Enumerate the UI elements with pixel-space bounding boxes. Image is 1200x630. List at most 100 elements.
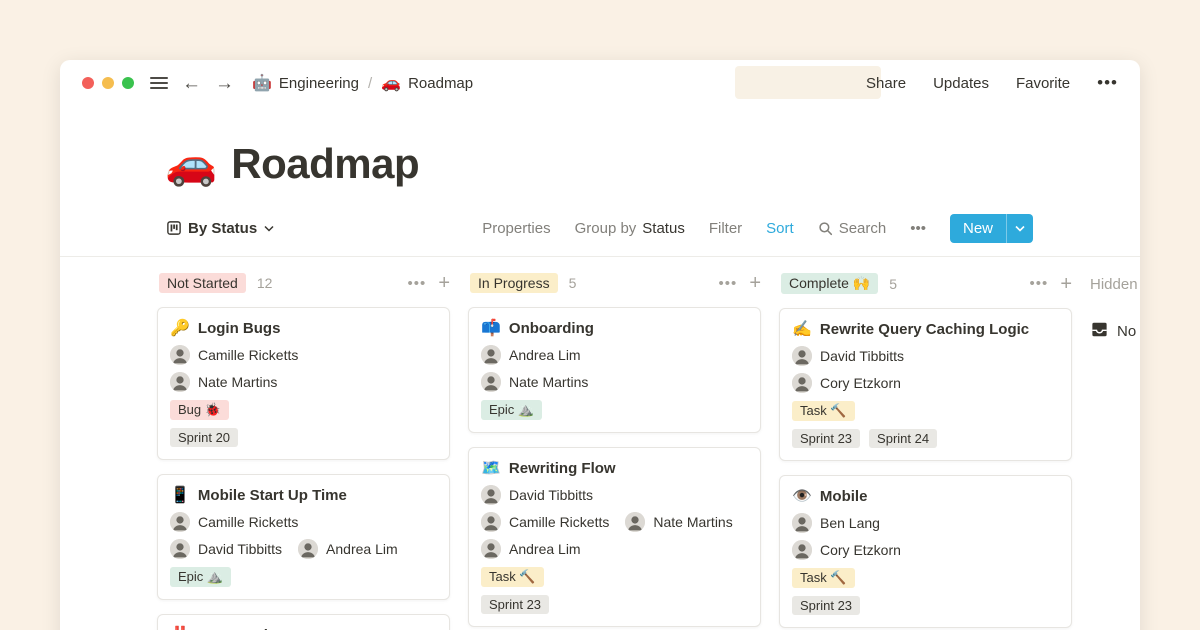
column-more-icon[interactable]: ••• — [1030, 275, 1049, 292]
person-name: Camille Ricketts — [509, 514, 609, 530]
new-button-label: New — [950, 214, 1006, 243]
person-property[interactable]: David Tibbitts — [170, 539, 282, 559]
updates-button[interactable]: Updates — [933, 75, 989, 92]
sort-button[interactable]: Sort — [766, 220, 794, 237]
card-title: 🗺️Rewriting Flow — [481, 458, 748, 478]
minimize-window-button[interactable] — [102, 77, 114, 89]
tag-pill[interactable]: Sprint 20 — [170, 428, 238, 447]
person-property[interactable]: Ben Lang — [792, 513, 880, 533]
kanban-card[interactable]: ✍️Rewrite Query Caching Logic David Tibbi… — [779, 308, 1072, 461]
tag-pill[interactable]: Epic ⛰️ — [170, 567, 231, 587]
card-emoji-icon: 🔑 — [170, 318, 190, 338]
card-tag-row: Sprint 23 Sprint 24 — [792, 429, 1059, 448]
column-count: 5 — [889, 276, 897, 292]
more-options-icon[interactable]: ••• — [1097, 73, 1118, 93]
zoom-window-button[interactable] — [122, 77, 134, 89]
kanban-card[interactable]: 📱Mobile Start Up Time Camille Ricketts Dav… — [157, 474, 450, 600]
kanban-card[interactable]: ‼️Error Codes — [157, 614, 450, 630]
person-property[interactable]: Camille Ricketts — [170, 345, 298, 365]
person-name: Nate Martins — [198, 374, 277, 390]
new-button[interactable]: New — [950, 214, 1033, 243]
tag-pill[interactable]: Task 🔨 — [792, 401, 855, 421]
person-property[interactable]: Nate Martins — [170, 372, 277, 392]
column-status-pill[interactable]: Not Started — [159, 273, 246, 293]
kanban-card[interactable]: 👁️Mobile Ben Lang Cory Etzkorn Task 🔨 Sprint… — [779, 475, 1072, 628]
favorite-button[interactable]: Favorite — [1016, 75, 1070, 92]
tag-pill[interactable]: Sprint 23 — [792, 596, 860, 615]
breadcrumb-space[interactable]: Engineering — [279, 75, 359, 92]
tag-pill[interactable]: Task 🔨 — [792, 568, 855, 588]
person-property[interactable]: David Tibbitts — [481, 485, 593, 505]
column-add-icon[interactable]: + — [438, 273, 450, 293]
board-column: Complete 🙌 5 ••• + ✍️Rewrite Query Caching L… — [779, 273, 1072, 628]
view-switcher-label: By Status — [188, 220, 257, 237]
person-name: Nate Martins — [509, 374, 588, 390]
breadcrumb: 🤖 Engineering / 🚗 Roadmap — [252, 73, 473, 93]
column-add-icon[interactable]: + — [749, 273, 761, 293]
kanban-card[interactable]: 📫Onboarding Andrea Lim Nate Martins Epic ⛰️ — [468, 307, 761, 433]
card-people-row: Nate Martins — [170, 372, 437, 392]
tag-pill[interactable]: Sprint 24 — [869, 429, 937, 448]
card-people-row: David Tibbitts — [481, 485, 748, 505]
person-property[interactable]: Cory Etzkorn — [792, 540, 901, 560]
forward-arrow-icon[interactable]: → — [215, 74, 234, 93]
person-name: Ben Lang — [820, 515, 880, 531]
kanban-card[interactable]: 🔑Login BugsCamille RickettsNate MartinsB… — [157, 307, 450, 460]
page-title-text[interactable]: Roadmap — [231, 140, 419, 188]
tag-pill[interactable]: Bug 🐞 — [170, 400, 229, 420]
board-column: In Progress5•••+📫OnboardingAndrea LimNat… — [468, 273, 761, 627]
card-emoji-icon: 🗺️ — [481, 458, 501, 478]
avatar — [170, 345, 190, 365]
person-property[interactable]: Nate Martins — [481, 372, 588, 392]
person-name: Cory Etzkorn — [820, 542, 901, 558]
tag-pill[interactable]: Sprint 23 — [792, 429, 860, 448]
column-more-icon[interactable]: ••• — [408, 275, 427, 292]
filter-button[interactable]: Filter — [709, 220, 742, 237]
properties-button[interactable]: Properties — [482, 220, 550, 237]
sidebar-menu-icon[interactable] — [150, 77, 168, 89]
person-property[interactable]: Camille Ricketts — [481, 512, 609, 532]
share-button[interactable]: Share — [866, 75, 906, 92]
column-count: 12 — [257, 275, 273, 291]
avatar — [792, 373, 812, 393]
person-property[interactable]: David Tibbitts — [792, 346, 904, 366]
column-add-icon[interactable]: + — [1060, 274, 1072, 294]
column-cards: 📫Onboarding Andrea Lim Nate Martins Epic ⛰️… — [468, 307, 761, 627]
column-status-pill[interactable]: In Progress — [470, 273, 558, 293]
tag-pill[interactable]: Epic ⛰️ — [481, 400, 542, 420]
kanban-card[interactable]: 🗺️Rewriting Flow David Tibbitts Camille Ri… — [468, 447, 761, 627]
card-title: 👁️Mobile — [792, 486, 1059, 506]
page-title: 🚗 Roadmap — [157, 140, 1140, 188]
card-tag-row: Task 🔨 — [792, 568, 1059, 588]
hidden-columns-label[interactable]: Hidden — [1090, 276, 1140, 293]
person-property[interactable]: Andrea Lim — [481, 539, 581, 559]
board-column: Not Started12•••+🔑Login BugsCamille Rick… — [157, 273, 450, 630]
avatar — [792, 540, 812, 560]
breadcrumb-page[interactable]: Roadmap — [408, 75, 473, 92]
person-property[interactable]: Nate Martins — [625, 512, 732, 532]
tag-pill[interactable]: Sprint 23 — [481, 595, 549, 614]
hidden-column-item[interactable]: No — [1090, 320, 1140, 343]
card-title: 📫Onboarding — [481, 318, 748, 338]
person-property[interactable]: Andrea Lim — [481, 345, 581, 365]
back-arrow-icon[interactable]: ← — [182, 74, 201, 93]
search-button[interactable]: Search — [818, 220, 887, 237]
view-switcher[interactable]: By Status — [167, 220, 274, 237]
person-property[interactable]: Andrea Lim — [298, 539, 398, 559]
new-button-chevron[interactable] — [1006, 214, 1033, 243]
page-body: 🚗 Roadmap By Status — [60, 140, 1140, 630]
avatar — [481, 485, 501, 505]
card-tag-row: Epic ⛰️ — [170, 567, 437, 587]
page-icon-car[interactable]: 🚗 — [165, 143, 217, 185]
group-by-button[interactable]: Group by Status — [575, 220, 685, 237]
column-more-icon[interactable]: ••• — [719, 275, 738, 292]
card-title: 📱Mobile Start Up Time — [170, 485, 437, 505]
person-name: Andrea Lim — [509, 347, 581, 363]
person-property[interactable]: Camille Ricketts — [170, 512, 298, 532]
close-window-button[interactable] — [82, 77, 94, 89]
tag-pill[interactable]: Task 🔨 — [481, 567, 544, 587]
card-title: ✍️Rewrite Query Caching Logic — [792, 319, 1059, 339]
view-more-options-icon[interactable]: ••• — [910, 220, 926, 237]
person-property[interactable]: Cory Etzkorn — [792, 373, 901, 393]
column-status-pill[interactable]: Complete 🙌 — [781, 273, 878, 294]
